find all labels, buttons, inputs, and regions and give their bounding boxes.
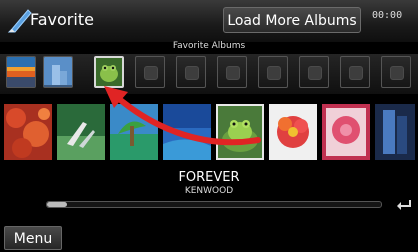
blue-figure-art-icon [375, 104, 415, 160]
sunset-art-icon [7, 57, 35, 87]
clock-display: 00:00 [372, 10, 403, 21]
favorite-slot-3[interactable] [94, 56, 124, 88]
tropical-art-icon [110, 104, 158, 160]
menu-button[interactable]: Menu [4, 226, 62, 250]
header-bar: Favorite Load More Albums 00:00 [0, 0, 418, 42]
favorite-slot-6[interactable] [217, 56, 247, 88]
progress-fill [47, 202, 68, 207]
frog-art-icon [96, 58, 122, 86]
load-more-albums-button[interactable]: Load More Albums [223, 7, 361, 33]
album-cover-7[interactable] [322, 104, 370, 160]
album-cover-5[interactable] [216, 104, 264, 160]
track-artist: KENWOOD [184, 186, 234, 196]
album-cover-4[interactable] [163, 104, 211, 160]
album-cover-1[interactable] [4, 104, 52, 160]
favorite-slot-10[interactable] [381, 56, 411, 88]
favorite-slot-9[interactable] [340, 56, 370, 88]
red-leaves-art-icon [4, 104, 52, 160]
pink-flower-art-icon [322, 104, 370, 160]
music-screen: Favorite Load More Albums 00:00 Favorite… [0, 0, 418, 252]
flower-art-icon [269, 104, 317, 160]
progress-bar[interactable] [46, 201, 382, 208]
return-icon[interactable] [394, 198, 414, 212]
favorite-slot-4[interactable] [135, 56, 165, 88]
favorite-albums-strip [0, 54, 418, 94]
album-cover-3[interactable] [110, 104, 158, 160]
deck-chair-art-icon [57, 104, 105, 160]
blue-sky-art-icon [163, 104, 211, 160]
favorite-slot-7[interactable] [258, 56, 288, 88]
track-title: FOREVER [178, 170, 240, 185]
favorite-slot-2[interactable] [43, 56, 73, 88]
album-cover-6[interactable] [269, 104, 317, 160]
page-title: Favorite [30, 10, 94, 29]
favorite-slot-5[interactable] [176, 56, 206, 88]
album-cover-8[interactable] [375, 104, 415, 160]
album-carousel[interactable] [0, 100, 418, 164]
frog-art-icon [218, 106, 262, 158]
favorite-slot-1[interactable] [6, 56, 36, 88]
favorite-albums-label: Favorite Albums [172, 41, 246, 51]
building-art-icon [44, 57, 72, 87]
favorite-slot-8[interactable] [299, 56, 329, 88]
album-cover-2[interactable] [57, 104, 105, 160]
